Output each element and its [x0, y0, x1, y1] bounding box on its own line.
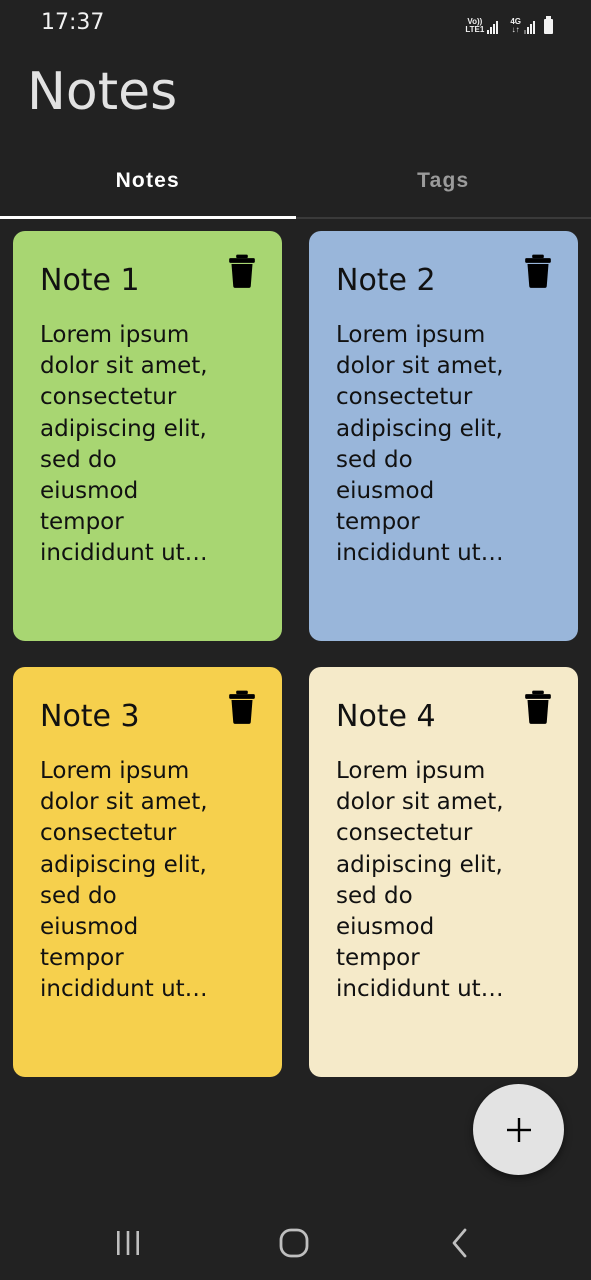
volte-indicator: Vo)) LTE1 [465, 17, 485, 34]
status-bar: 17:37 Vo)) LTE1 4G ↓↑ [0, 0, 591, 50]
system-nav-bar [0, 1200, 591, 1280]
recents-icon [117, 1231, 139, 1255]
tab-bar: Notes Tags [0, 145, 591, 219]
status-icons: Vo)) LTE1 4G ↓↑ [465, 12, 553, 34]
trash-icon[interactable] [228, 253, 256, 289]
note-card[interactable]: Note 1 Lorem ipsum dolor sit amet, conse… [13, 231, 282, 641]
home-button[interactable] [274, 1226, 314, 1260]
note-card[interactable]: Note 4 Lorem ipsum dolor sit amet, conse… [309, 667, 578, 1077]
trash-icon[interactable] [524, 689, 552, 725]
trash-icon[interactable] [524, 253, 552, 289]
note-body: Lorem ipsum dolor sit amet, consectetur … [336, 322, 504, 567]
recents-button[interactable] [108, 1226, 148, 1260]
note-body: Lorem ipsum dolor sit amet, consectetur … [40, 758, 208, 1003]
home-icon [279, 1228, 309, 1258]
note-card[interactable]: Note 2 Lorem ipsum dolor sit amet, conse… [309, 231, 578, 641]
back-icon [452, 1228, 467, 1258]
signal-strength-icon [487, 20, 499, 34]
note-body: Lorem ipsum dolor sit amet, consectetur … [40, 322, 208, 567]
note-body: Lorem ipsum dolor sit amet, consectetur … [336, 758, 504, 1003]
status-time: 17:37 [41, 10, 105, 35]
tab-tags[interactable]: Tags [296, 145, 591, 217]
trash-icon[interactable] [228, 689, 256, 725]
network-type-indicator: 4G ↓↑ [510, 17, 521, 34]
page-title: Notes [27, 62, 178, 122]
signal-strength-2-icon [524, 20, 535, 34]
back-button[interactable] [440, 1226, 480, 1260]
plus-icon [506, 1117, 531, 1142]
tab-notes[interactable]: Notes [0, 145, 296, 219]
add-note-button[interactable] [473, 1084, 564, 1175]
battery-icon [544, 16, 553, 34]
note-card[interactable]: Note 3 Lorem ipsum dolor sit amet, conse… [13, 667, 282, 1077]
